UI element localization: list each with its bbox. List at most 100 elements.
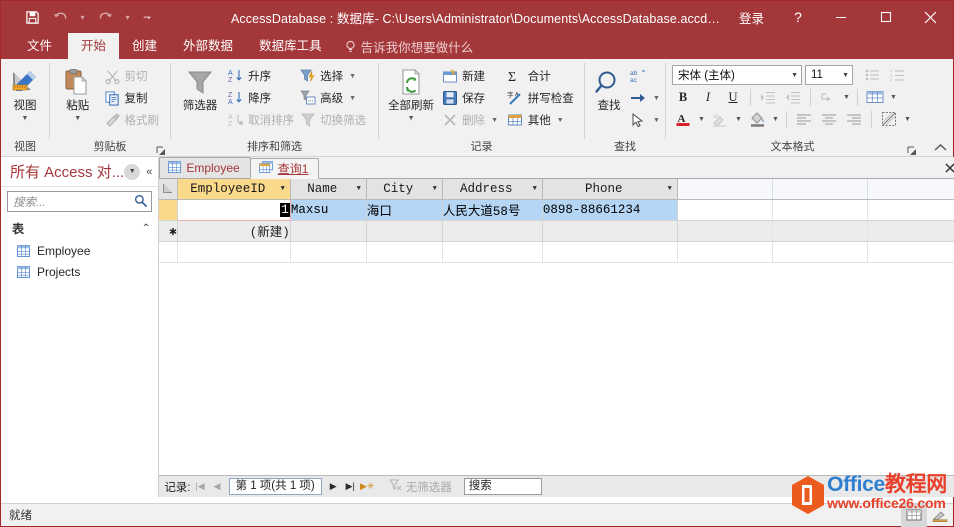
highlight-button[interactable]: ab [709, 109, 731, 130]
datasheet-search-input[interactable]: 搜索 [463, 478, 542, 495]
save-icon[interactable] [19, 5, 45, 29]
toggle-filter-button[interactable]: 切换筛选 [296, 109, 373, 131]
chevron-down-icon[interactable]: ▼ [668, 185, 672, 193]
new-row-phone[interactable] [542, 220, 678, 242]
previous-record-button[interactable]: ◀ [210, 481, 225, 492]
new-record-row[interactable]: ✱ (新建) [159, 220, 954, 242]
gridlines-dropdown-icon[interactable]: ▼ [889, 94, 898, 101]
view-dropdown-icon[interactable]: ▼ [22, 114, 29, 123]
design-view-button[interactable] [927, 504, 953, 527]
more-button[interactable]: 其他 ▼ [504, 109, 579, 131]
ribbon-tab-home[interactable]: 开始 [68, 33, 120, 59]
close-button[interactable] [908, 1, 953, 33]
nav-item-projects[interactable]: Projects [1, 261, 158, 282]
refresh-all-dropdown-icon[interactable]: ▼ [408, 114, 415, 123]
selection-button[interactable]: 选择 ▼ [296, 65, 373, 87]
delete-record-button[interactable]: 删除 ▼ [438, 109, 504, 131]
search-icon[interactable] [134, 194, 148, 210]
spelling-button[interactable]: 字A 拼写检查 [504, 87, 579, 109]
align-left-button[interactable] [793, 109, 815, 130]
chevron-down-icon[interactable]: ▼ [281, 185, 285, 193]
select-all-corner[interactable] [159, 179, 178, 200]
sort-ascending-button[interactable]: AZ 升序 [224, 65, 296, 87]
numbering-button[interactable]: 123 [887, 65, 909, 86]
alternate-row-dropdown-icon[interactable]: ▼ [903, 116, 912, 123]
column-header-name[interactable]: Name ▼ [290, 179, 367, 200]
filter-status-button[interactable]: 无筛选器 [388, 479, 452, 495]
more-dropdown-icon[interactable]: ▼ [557, 117, 564, 124]
doc-tab-query1[interactable]: 查询1 [249, 158, 320, 179]
paste-dropdown-icon[interactable]: ▼ [74, 114, 81, 123]
copy-button[interactable]: 复制 [101, 87, 165, 109]
ribbon-tab-database-tools[interactable]: 数据库工具 [246, 33, 335, 59]
sign-in-button[interactable]: 登录 [725, 8, 778, 27]
replace-button[interactable]: ab ac [628, 65, 660, 87]
align-right-button[interactable] [843, 109, 865, 130]
advanced-dropdown-icon[interactable]: ▼ [349, 95, 356, 102]
advanced-filter-button[interactable]: 高级 ▼ [296, 87, 373, 109]
fill-color-button[interactable] [746, 109, 768, 130]
highlight-dropdown-icon[interactable]: ▼ [734, 116, 743, 123]
font-name-combo[interactable]: 宋体 (主体) ▼ [672, 65, 802, 85]
find-button[interactable]: 查找 [590, 63, 628, 113]
text-direction-dropdown-icon[interactable]: ▼ [842, 94, 851, 101]
doc-tab-employee[interactable]: Employee [159, 157, 251, 178]
italic-button[interactable]: I [697, 87, 719, 108]
close-document-button[interactable] [938, 157, 954, 178]
filter-button[interactable]: 筛选器 [176, 63, 224, 113]
gridlines-button[interactable] [864, 87, 886, 108]
cell-city[interactable]: 海口 [366, 199, 443, 221]
table-row[interactable]: 1 Maxsu 海口 人民大道58号 0898-88661234 [159, 198, 954, 221]
customize-qat-icon[interactable]: ⇁ [137, 5, 157, 29]
shutter-bar-collapse-icon[interactable]: « [146, 166, 152, 178]
new-record-nav-button[interactable]: ▶✳ [360, 481, 375, 492]
column-header-employeeid[interactable]: EmployeeID ▼ [177, 179, 291, 200]
chevron-down-icon[interactable]: ▼ [357, 185, 361, 193]
datasheet-view-button[interactable] [901, 503, 927, 527]
undo-dropdown-icon[interactable]: ▾ [75, 5, 90, 29]
font-size-combo[interactable]: 11 ▼ [805, 65, 853, 85]
navigation-menu-icon[interactable]: ▼ [124, 163, 141, 180]
maximize-button[interactable] [863, 1, 908, 33]
chevron-down-icon[interactable]: ▼ [787, 72, 798, 79]
minimize-button[interactable] [818, 1, 863, 33]
goto-dropdown-icon[interactable]: ▼ [653, 95, 660, 102]
refresh-all-button[interactable]: 全部刷新 ▼ [384, 63, 438, 123]
view-button[interactable]: 视图 ▼ [6, 63, 44, 123]
select-button[interactable]: ▼ [628, 109, 660, 131]
navigation-group-tables[interactable]: 表 ⌃ [1, 216, 158, 240]
new-row-name[interactable] [290, 220, 367, 242]
chevron-up-icon[interactable]: ⌃ [142, 223, 150, 234]
increase-indent-button[interactable] [757, 87, 779, 108]
delete-dropdown-icon[interactable]: ▼ [491, 117, 498, 124]
select-dropdown-icon[interactable]: ▼ [653, 117, 660, 124]
nav-item-employee[interactable]: Employee [1, 240, 158, 261]
fill-color-dropdown-icon[interactable]: ▼ [771, 116, 780, 123]
cell-name[interactable]: Maxsu [290, 199, 367, 221]
new-row-address[interactable] [442, 220, 543, 242]
clear-sort-button[interactable]: AZ 取消排序 [224, 109, 296, 131]
goto-button[interactable]: ▼ [628, 87, 660, 109]
align-center-button[interactable] [818, 109, 840, 130]
cell-address[interactable]: 人民大道58号 [442, 199, 543, 221]
selection-dropdown-icon[interactable]: ▼ [349, 73, 356, 80]
new-row-employeeid[interactable]: (新建) [177, 220, 291, 242]
record-position-box[interactable]: 第 1 项(共 1 项) [228, 478, 322, 495]
undo-icon[interactable] [47, 5, 73, 29]
cell-phone[interactable]: 0898-88661234 [542, 199, 678, 221]
ribbon-tab-file[interactable]: 文件 [11, 33, 68, 59]
new-record-button[interactable]: 新建 [438, 65, 504, 87]
font-color-button[interactable]: A [672, 109, 694, 130]
row-selector[interactable] [159, 199, 178, 221]
underline-button[interactable]: U [722, 87, 744, 108]
navigation-search-box[interactable]: 搜索... [7, 191, 153, 212]
new-row-marker[interactable]: ✱ [159, 220, 178, 242]
redo-icon[interactable] [92, 5, 118, 29]
cut-button[interactable]: 剪切 [101, 65, 165, 87]
alternate-row-color-button[interactable] [878, 109, 900, 130]
chevron-down-icon[interactable]: ▼ [433, 185, 437, 193]
help-icon[interactable]: ? [778, 1, 818, 33]
font-color-dropdown-icon[interactable]: ▼ [697, 116, 706, 123]
column-header-city[interactable]: City ▼ [366, 179, 443, 200]
redo-dropdown-icon[interactable]: ▾ [120, 5, 135, 29]
